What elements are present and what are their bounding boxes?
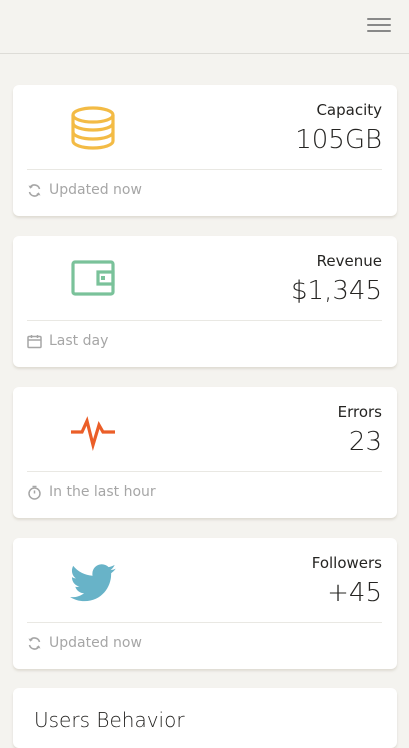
footer-text: In the last hour	[49, 484, 156, 500]
divider	[27, 320, 382, 321]
refresh-icon	[27, 636, 42, 651]
hamburger-menu-icon[interactable]	[367, 15, 391, 35]
stat-value: +45	[327, 578, 382, 608]
stats-card-followers: Followers +45 Updated now	[13, 538, 397, 669]
stats-card-capacity: Capacity 105GB Updated now	[13, 85, 397, 216]
divider	[27, 169, 382, 170]
stat-label: Capacity	[316, 101, 382, 119]
stat-footer: In the last hour	[27, 483, 156, 501]
card-title: Users Behavior	[34, 708, 185, 732]
wallet-icon	[68, 256, 118, 306]
stat-label: Revenue	[316, 252, 382, 270]
divider	[27, 471, 382, 472]
refresh-icon	[27, 183, 42, 198]
stat-footer: Last day	[27, 332, 108, 350]
calendar-icon	[27, 334, 42, 349]
menu-line	[367, 24, 391, 26]
stats-card-errors: Errors 23 In the last hour	[13, 387, 397, 518]
stat-value: 105GB	[295, 125, 382, 155]
stat-value: $1,345	[291, 276, 382, 306]
stat-value: 23	[348, 427, 382, 457]
footer-text: Updated now	[49, 635, 142, 651]
menu-line	[367, 18, 391, 20]
stats-card-revenue: Revenue $1,345 Last day	[13, 236, 397, 367]
divider	[27, 622, 382, 623]
stat-footer: Updated now	[27, 634, 142, 652]
menu-line	[367, 30, 391, 32]
stat-footer: Updated now	[27, 181, 142, 199]
footer-text: Updated now	[49, 182, 142, 198]
users-behavior-card: Users Behavior	[13, 688, 397, 748]
twitter-icon	[68, 558, 118, 608]
pulse-icon	[68, 407, 118, 457]
database-icon	[68, 105, 118, 155]
top-navbar	[0, 0, 409, 54]
timer-icon	[27, 485, 42, 500]
footer-text: Last day	[49, 333, 109, 349]
stat-label: Followers	[311, 554, 382, 572]
stat-label: Errors	[337, 403, 382, 421]
